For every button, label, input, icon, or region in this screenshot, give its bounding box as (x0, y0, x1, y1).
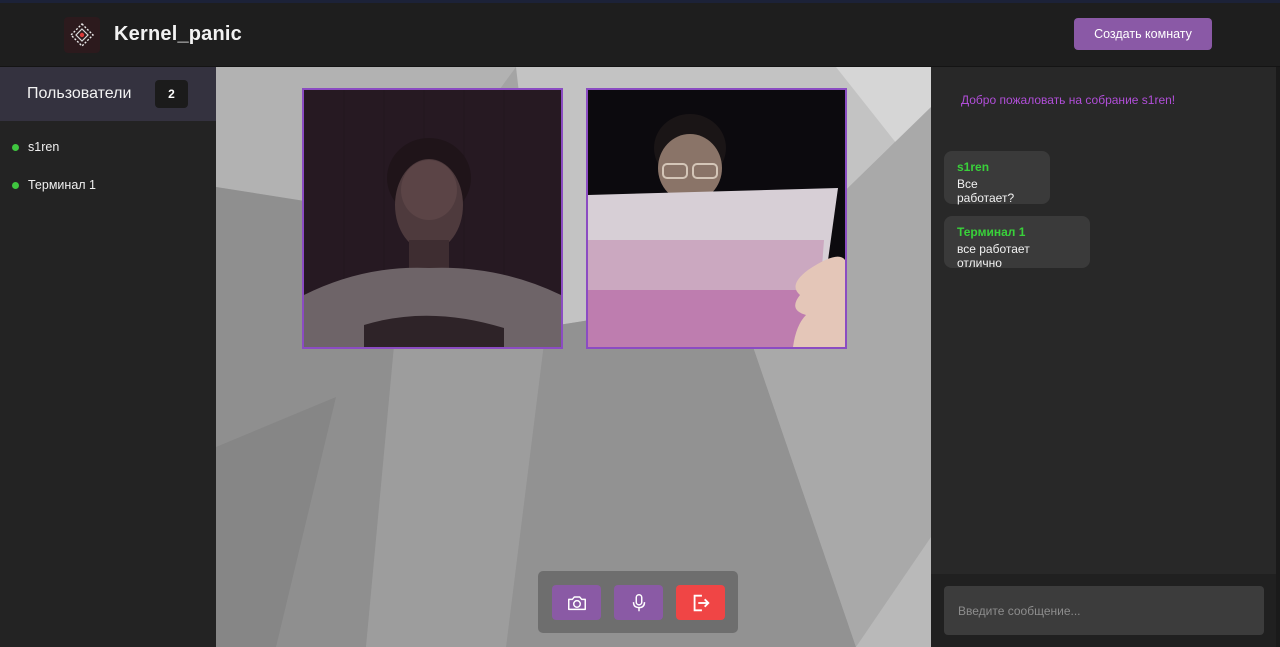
message-text: все работает отлично (957, 242, 1030, 270)
message-author: s1ren (957, 160, 990, 174)
leave-call-button[interactable] (676, 585, 725, 620)
create-room-button[interactable]: Создать комнату (1074, 18, 1212, 50)
user-name: Терминал 1 (28, 178, 96, 192)
users-title: Пользователи (27, 85, 132, 102)
welcome-message: Добро пожаловать на собрание s1ren! (961, 93, 1176, 107)
user-item[interactable]: s1ren (0, 135, 216, 159)
microphone-icon (632, 593, 645, 611)
camera-button[interactable] (552, 585, 601, 620)
user-item[interactable]: Терминал 1 (0, 173, 216, 197)
brand-name[interactable]: Kernel_panic (114, 23, 242, 46)
chat-message: Терминал 1 все работает отлично (944, 216, 1090, 270)
users-sidebar: Пользователи 2 s1ren Терминал 1 (0, 67, 216, 647)
exit-icon (693, 594, 710, 611)
online-status-dot (12, 143, 19, 151)
app-header: Kernel_panic Создать комнату (0, 3, 1280, 67)
video-tile[interactable] (302, 88, 563, 349)
online-status-dot (12, 181, 19, 189)
video-tile[interactable] (586, 88, 847, 349)
video-stage (216, 67, 931, 647)
user-name: s1ren (28, 140, 60, 154)
participant-video-feed (588, 90, 845, 347)
window-edge (1276, 67, 1280, 647)
message-input[interactable] (944, 586, 1264, 635)
call-controls (538, 571, 738, 633)
chat-message: s1ren Все работает? (944, 151, 1050, 205)
diamond-logo-icon[interactable] (64, 17, 100, 53)
microphone-button[interactable] (614, 585, 663, 620)
users-header: Пользователи 2 (0, 67, 216, 121)
message-text: Все работает? (957, 177, 1015, 205)
message-author: Терминал 1 (957, 225, 1026, 239)
chat-panel: Добро пожаловать на собрание s1ren! s1re… (931, 67, 1280, 647)
users-count-badge: 2 (155, 80, 188, 108)
chat-input-bar (931, 574, 1280, 647)
participant-video-feed (304, 90, 561, 347)
camera-icon (567, 595, 586, 610)
